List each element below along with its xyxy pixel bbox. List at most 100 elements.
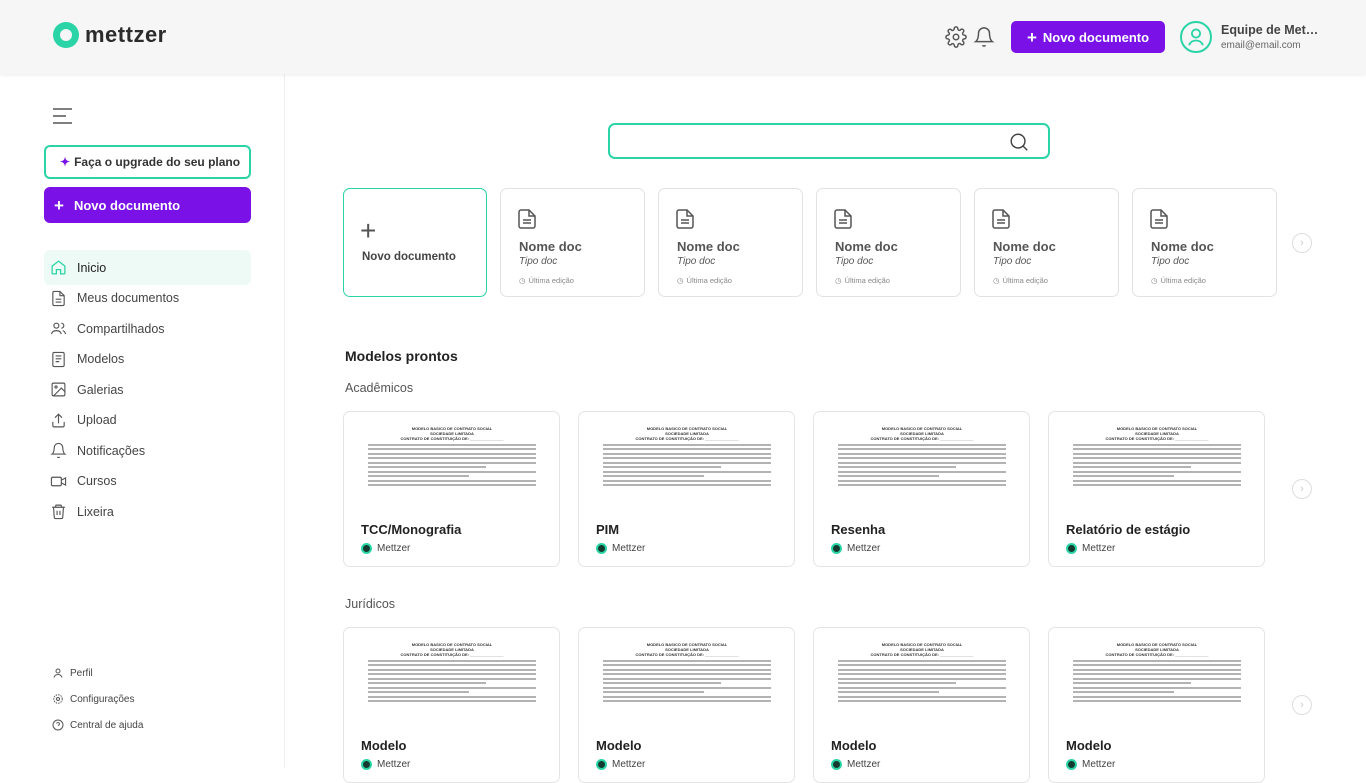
chevron-right-icon: ›	[1300, 699, 1304, 711]
chevron-right-icon: ›	[1300, 237, 1304, 249]
sidebar-item-modelos[interactable]: Modelos	[44, 344, 251, 375]
plus-icon: +	[1026, 27, 1037, 47]
template-name: Modelo	[1066, 738, 1112, 753]
sidebar-item-upload[interactable]: Upload	[44, 405, 251, 436]
recent-next-arrow[interactable]: ›	[1292, 233, 1312, 253]
recent-doc-card[interactable]: Nome doc Tipo doc ◷ Última edição	[658, 188, 803, 297]
top-header: mettzer + Novo documento Equipe de Mettz…	[0, 0, 1366, 74]
sidebar-footer-label: Central de ajuda	[70, 719, 144, 731]
sidebar-item-lixeira[interactable]: Lixeira	[44, 497, 251, 528]
mettzer-logo-icon	[596, 759, 607, 770]
legal-section-label: Jurídicos	[345, 597, 396, 611]
sidebar-item-notificacoes[interactable]: Notificações	[44, 436, 251, 467]
menu-icon[interactable]	[52, 107, 73, 125]
template-author: Mettzer	[1066, 543, 1115, 554]
academic-next-arrow[interactable]: ›	[1292, 479, 1312, 499]
bell-icon[interactable]	[973, 26, 995, 48]
template-card[interactable]: MODELO BASICO DE CONTRATO SOCIAL SOCIEDAD…	[578, 627, 795, 783]
sidebar-item-galerias[interactable]: Galerias	[44, 375, 251, 406]
header-new-document-label: Novo documento	[1042, 29, 1150, 45]
video-icon	[50, 476, 67, 487]
sidebar-item-label: Meus documentos	[77, 291, 180, 306]
doc-last-edited-label: Última edição	[528, 276, 574, 285]
clock-icon: ◷	[1151, 276, 1158, 285]
sidebar-new-document-button[interactable]: + Novo documento	[44, 187, 251, 223]
template-preview: MODELO BASICO DE CONTRATO SOCIAL SOCIEDAD…	[838, 642, 1006, 728]
template-author: Mettzer	[596, 543, 645, 554]
template-card[interactable]: MODELO BASICO DE CONTRATO SOCIAL SOCIEDAD…	[343, 411, 560, 567]
sidebar-footer-label: Configurações	[70, 693, 135, 705]
template-author-label: Mettzer	[1082, 759, 1116, 770]
recent-doc-card[interactable]: Nome doc Tipo doc ◷ Última edição	[816, 188, 961, 297]
avatar[interactable]	[1180, 21, 1212, 53]
sidebar-item-label: Notificações	[77, 443, 146, 458]
doc-name: Nome doc	[1151, 239, 1214, 254]
mettzer-logo-icon	[1066, 543, 1077, 554]
search-input[interactable]	[608, 123, 1050, 159]
doc-last-edited-label: Última edição	[686, 276, 732, 285]
doc-type: Tipo doc	[835, 256, 874, 267]
template-card[interactable]: MODELO BASICO DE CONTRATO SOCIAL SOCIEDAD…	[1048, 411, 1265, 567]
sidebar-item-label: Compartilhados	[77, 321, 165, 336]
sidebar-item-label: Inicio	[77, 260, 107, 275]
search-icon[interactable]	[1008, 131, 1030, 153]
template-card[interactable]: MODELO BASICO DE CONTRATO SOCIAL SOCIEDAD…	[813, 627, 1030, 783]
doc-type: Tipo doc	[993, 256, 1032, 267]
template-card[interactable]: MODELO BASICO DE CONTRATO SOCIAL SOCIEDAD…	[1048, 627, 1265, 783]
sidebar-footer-central-de-ajuda[interactable]: Central de ajuda	[52, 712, 143, 738]
template-author: Mettzer	[1066, 759, 1115, 770]
preview-line: CONTRATO DE CONSTITUIÇÃO DE: ___________…	[1105, 436, 1209, 441]
header-new-document-button[interactable]: + Novo documento	[1011, 21, 1165, 53]
doc-type: Tipo doc	[677, 256, 716, 267]
preview-line: CONTRATO DE CONSTITUIÇÃO DE: ___________…	[870, 436, 974, 441]
doc-type: Tipo doc	[519, 256, 558, 267]
preview-line: CONTRATO DE CONSTITUIÇÃO DE: ___________…	[870, 652, 974, 657]
preview-line: CONTRATO DE CONSTITUIÇÃO DE: ___________…	[400, 436, 504, 441]
recent-doc-card[interactable]: Nome doc Tipo doc ◷ Última edição	[974, 188, 1119, 297]
upgrade-plan-label: Faça o upgrade do seu plano	[74, 155, 241, 169]
mettzer-logo-icon	[831, 759, 842, 770]
document-icon	[676, 209, 694, 229]
users-icon	[50, 322, 67, 335]
sidebar-item-label: Upload	[77, 413, 117, 428]
sidebar-footer-perfil[interactable]: Perfil	[52, 660, 143, 686]
doc-last-edited: ◷ Última edição	[1151, 276, 1206, 285]
doc-last-edited: ◷ Última edição	[519, 276, 574, 285]
gear-icon[interactable]	[945, 26, 967, 48]
sidebar-item-compartilhados[interactable]: Compartilhados	[44, 314, 251, 345]
template-name: Modelo	[361, 738, 407, 753]
sidebar-footer-label: Perfil	[70, 667, 93, 679]
sidebar-footer: Perfil Configurações Central de ajuda	[52, 660, 143, 738]
clock-icon: ◷	[993, 276, 1000, 285]
new-document-card[interactable]: + Novo documento	[343, 188, 487, 297]
sidebar-item-meus-documentos[interactable]: Meus documentos	[44, 283, 251, 314]
template-name: Relatório de estágio	[1066, 522, 1191, 537]
doc-last-edited: ◷ Última edição	[835, 276, 890, 285]
upgrade-plan-button[interactable]: ✦ Faça o upgrade do seu plano	[44, 145, 251, 179]
template-name: Modelo	[596, 738, 642, 753]
template-card[interactable]: MODELO BASICO DE CONTRATO SOCIAL SOCIEDAD…	[343, 627, 560, 783]
mettzer-logo-icon	[831, 543, 842, 554]
template-name: TCC/Monografia	[361, 522, 462, 537]
template-card[interactable]: MODELO BASICO DE CONTRATO SOCIAL SOCIEDAD…	[578, 411, 795, 567]
logo[interactable]: mettzer	[53, 22, 167, 48]
sidebar-item-label: Galerias	[77, 382, 124, 397]
sidebar-item-label: Lixeira	[77, 504, 114, 519]
document-icon	[1150, 209, 1168, 229]
sidebar-item-inicio[interactable]: Inicio	[44, 250, 251, 285]
recent-doc-card[interactable]: Nome doc Tipo doc ◷ Última edição	[500, 188, 645, 297]
recent-doc-card[interactable]: Nome doc Tipo doc ◷ Última edição	[1132, 188, 1277, 297]
sidebar-item-cursos[interactable]: Cursos	[44, 466, 251, 497]
doc-last-edited-label: Última edição	[1160, 276, 1206, 285]
plus-icon: +	[360, 215, 377, 246]
sidebar-footer-configuracoes[interactable]: Configurações	[52, 686, 143, 712]
mettzer-logo-icon	[361, 543, 372, 554]
user-email: email@email.com	[1221, 40, 1301, 51]
template-preview: MODELO BASICO DE CONTRATO SOCIAL SOCIEDAD…	[368, 426, 536, 512]
doc-last-edited: ◷ Última edição	[677, 276, 732, 285]
doc-last-edited-label: Última edição	[844, 276, 890, 285]
template-card[interactable]: MODELO BASICO DE CONTRATO SOCIAL SOCIEDAD…	[813, 411, 1030, 567]
user-name[interactable]: Equipe de Mettzer	[1221, 23, 1321, 37]
upload-icon	[52, 413, 65, 428]
legal-next-arrow[interactable]: ›	[1292, 695, 1312, 715]
